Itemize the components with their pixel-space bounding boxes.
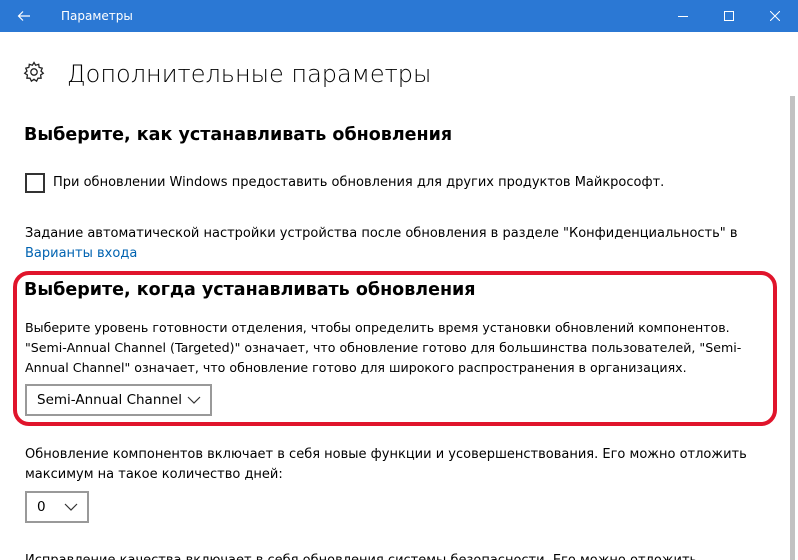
scrollbar[interactable] [790,96,795,560]
auto-setup-text: Задание автоматической настройки устройс… [25,224,765,264]
gear-icon [23,61,45,83]
maximize-icon [724,11,734,21]
close-button[interactable] [752,0,798,32]
title-bar: Параметры [0,0,798,32]
readiness-description: Выберите уровень готовности отделения, ч… [25,320,742,375]
other-products-checkbox-label[interactable]: При обновлении Windows предоставить обно… [53,174,664,192]
chevron-down-icon [64,503,78,511]
minimize-button[interactable] [660,0,706,32]
back-button[interactable] [0,0,48,32]
close-icon [770,11,780,21]
quality-update-text: Исправление качества включает в себя обн… [25,551,785,560]
feature-defer-days-value: 0 [37,499,46,515]
feature-defer-days-select[interactable]: 0 [25,491,89,523]
feature-update-description: Обновление компонентов включает в себя н… [25,447,747,482]
auto-setup-description: Задание автоматической настройки устройс… [25,226,738,241]
channel-select-value: Semi-Annual Channel [37,392,182,408]
back-arrow-icon [17,11,30,21]
other-products-checkbox[interactable] [25,173,45,193]
install-heading: Выберите, как устанавливать обновления [24,125,453,145]
page-title: Дополнительные параметры [67,60,432,88]
channel-select[interactable]: Semi-Annual Channel [25,384,212,416]
quality-update-description: Исправление качества включает в себя обн… [25,549,785,560]
minimize-icon [678,16,688,17]
window-title: Параметры [61,9,133,23]
maximize-button[interactable] [706,0,752,32]
sign-in-options-link[interactable]: Варианты входа [25,246,137,261]
chevron-down-icon [187,396,201,404]
when-heading: Выберите, когда устанавливать обновления [24,280,476,300]
